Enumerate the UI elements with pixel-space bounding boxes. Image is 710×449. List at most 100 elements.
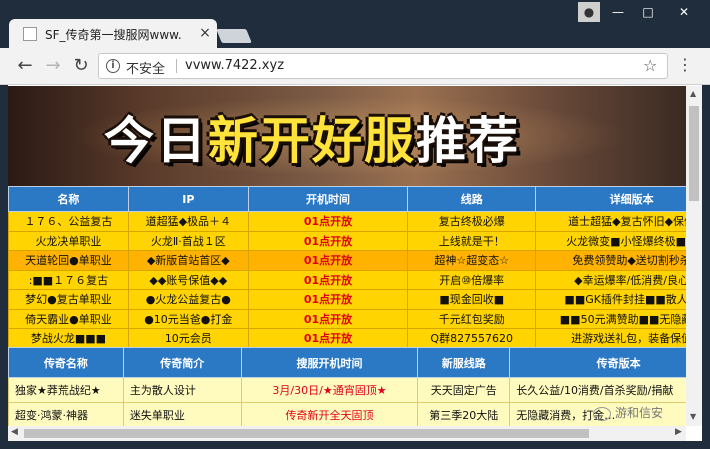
table2-header-line: 新服线路: [417, 347, 511, 378]
server-line[interactable]: 上线就是干！: [407, 230, 537, 251]
reload-icon[interactable]: ↻: [70, 55, 92, 77]
bookmark-star-icon[interactable]: ☆: [643, 56, 657, 75]
game-version[interactable]: 长久公益/10消费/首杀奖励/捐献: [509, 377, 686, 403]
vertical-scrollbar[interactable]: ▲ ▼: [686, 86, 702, 426]
table1-header-row: 名称 IP 开机时间 线路 详细版本: [8, 186, 686, 212]
promo-banner[interactable]: 今日新开好服推荐: [8, 86, 686, 186]
address-bar[interactable]: i 不安全 vvww.7422.xyz ☆: [98, 53, 668, 79]
server-name[interactable]: １７６、公益复古: [8, 211, 129, 232]
window-frame-right: [702, 85, 710, 441]
url-text[interactable]: vvww.7422.xyz: [185, 58, 284, 73]
table-row[interactable]: 独家★莽荒战纪★ 主为散人设计 3月/30日/★通宵固顶★ 天天固定广告 长久公…: [8, 377, 686, 403]
server-version[interactable]: 免费领赞助◆送切割秒杀: [535, 250, 686, 271]
table-row[interactable]: 火龙决单职业 火龙Ⅱ·首战１区 01点开放 上线就是干！ 火龙微变■小怪爆终极■…: [8, 230, 686, 251]
server-line[interactable]: 超神☆超变态☆: [407, 250, 537, 271]
server-name[interactable]: 倚天霸业●单职业: [8, 308, 129, 329]
open-time[interactable]: 01点开放: [247, 211, 409, 232]
watermark-text: 游和信安: [615, 406, 664, 420]
horizontal-scrollbar[interactable]: ◀ ▶: [8, 426, 686, 441]
banner-part2: 新开好服: [208, 112, 416, 170]
table2-header-time: 搜服开机时间: [240, 347, 419, 378]
server-version[interactable]: 进游戏送礼包，装备保值: [535, 328, 686, 349]
game-name[interactable]: 超变·鸿蒙·神器: [8, 402, 124, 426]
table-row[interactable]: 梦幻●复古单职业 ●火龙公益复古● 01点开放 ■现金回收■ ■■GK插件封挂■…: [8, 289, 686, 310]
new-tab-button[interactable]: [216, 29, 252, 43]
table-row[interactable]: 天道轮回●单职业 ◆新版首站首区◆ 01点开放 超神☆超变态☆ 免费领赞助◆送切…: [8, 250, 686, 271]
table1-header-time: 开机时间: [247, 186, 409, 212]
server-line[interactable]: ■现金回收■: [407, 289, 537, 310]
server-line[interactable]: 天天固定广告: [417, 377, 511, 403]
server-version[interactable]: ◆幸运爆率/低消费/良心: [535, 269, 686, 290]
server-version[interactable]: 火龙微变■小怪爆终极■元: [535, 230, 686, 251]
server-version[interactable]: ■■GK插件封挂■■散人好: [535, 289, 686, 310]
info-icon[interactable]: i: [106, 59, 120, 73]
server-ip[interactable]: ◆新版首站首区◆: [127, 250, 249, 271]
server-ip[interactable]: ●火龙公益复古●: [127, 289, 249, 310]
server-name[interactable]: 天道轮回●单职业: [8, 250, 129, 271]
table-row[interactable]: :■■１７６复古 ◆◆账号保值◆◆ 01点开放 开启⑩倍爆率 ◆幸运爆率/低消费…: [8, 269, 686, 290]
server-ip[interactable]: 道超猛◆极品＋４: [127, 211, 249, 232]
game-name[interactable]: 独家★莽荒战纪★: [8, 377, 124, 403]
game-intro[interactable]: 迷失单职业: [122, 402, 242, 426]
table1-header-ip: IP: [127, 186, 249, 212]
server-version[interactable]: ■■50元满赞助■■无隐藏地: [535, 308, 686, 329]
browser-titlebar: SF_传奇第一搜服网www. × ● — □ ✕: [0, 0, 710, 48]
table-row[interactable]: 超变·鸿蒙·神器 迷失单职业 传奇新开全天固顶 第三季20大陆 无隐藏消费，打金…: [8, 402, 686, 426]
banner-headline: 今日新开好服推荐: [104, 101, 520, 173]
page-favicon-icon: [23, 27, 37, 41]
table1-header-version: 详细版本: [535, 186, 686, 212]
open-time[interactable]: 01点开放: [247, 250, 409, 271]
page-viewport: 今日新开好服推荐 名称 IP 开机时间 线路 详细版本 １７６、公益复古 道超猛…: [8, 86, 686, 426]
scroll-down-icon[interactable]: ▼: [690, 412, 696, 421]
game-intro[interactable]: 主为散人设计: [122, 377, 242, 403]
table2-header-version: 传奇版本: [509, 347, 686, 378]
server-ip[interactable]: 10元会员: [127, 328, 249, 349]
tab-close-icon[interactable]: ×: [198, 24, 212, 42]
horizontal-scroll-thumb[interactable]: [24, 429, 589, 438]
open-time[interactable]: 01点开放: [247, 308, 409, 329]
open-time[interactable]: 3月/30日/★通宵固顶★: [240, 377, 419, 403]
server-version[interactable]: 道士超猛◆复古怀旧◆保值: [535, 211, 686, 232]
maximize-button[interactable]: □: [634, 2, 662, 22]
table1-header-line: 线路: [407, 186, 537, 212]
open-time[interactable]: 01点开放: [247, 230, 409, 251]
url-separator: [176, 59, 177, 73]
open-time[interactable]: 01点开放: [247, 289, 409, 310]
server-name[interactable]: 梦幻●复古单职业: [8, 289, 129, 310]
banner-part3: 推荐: [416, 112, 520, 170]
open-time[interactable]: 01点开放: [247, 328, 409, 349]
server-line[interactable]: Q群827557620: [407, 328, 537, 349]
server-ip[interactable]: ◆◆账号保值◆◆: [127, 269, 249, 290]
back-arrow-icon[interactable]: ←: [14, 55, 36, 77]
scroll-right-icon[interactable]: ▶: [675, 427, 682, 437]
vertical-scroll-thumb[interactable]: [689, 106, 699, 201]
scroll-left-icon[interactable]: ◀: [11, 427, 18, 437]
server-line[interactable]: 第三季20大陆: [417, 402, 511, 426]
tab-title: SF_传奇第一搜服网www.: [45, 28, 182, 42]
profile-icon[interactable]: ●: [578, 2, 600, 22]
close-window-button[interactable]: ✕: [664, 2, 704, 22]
table-row[interactable]: １７６、公益复古 道超猛◆极品＋４ 01点开放 复古终极必爆 道士超猛◆复古怀旧…: [8, 211, 686, 232]
browser-menu-icon[interactable]: ⋮: [677, 54, 693, 76]
banner-part1: 今日: [104, 112, 208, 170]
server-line[interactable]: 千元红包奖励: [407, 308, 537, 329]
server-table-1: 名称 IP 开机时间 线路 详细版本 １７６、公益复古 道超猛◆极品＋４ 01点…: [8, 186, 686, 349]
window-frame-bottom: [0, 441, 710, 449]
table-row[interactable]: 梦战火龙■■■ 10元会员 01点开放 Q群827557620 进游戏送礼包，装…: [8, 328, 686, 349]
scroll-up-icon[interactable]: ▲: [690, 89, 696, 98]
open-time[interactable]: 传奇新开全天固顶: [240, 402, 419, 426]
server-name[interactable]: :■■１７６复古: [8, 269, 129, 290]
open-time[interactable]: 01点开放: [247, 269, 409, 290]
server-ip[interactable]: ●10元当爸●打金: [127, 308, 249, 329]
browser-tab[interactable]: SF_传奇第一搜服网www. ×: [9, 19, 217, 48]
table-row[interactable]: 倚天霸业●单职业 ●10元当爸●打金 01点开放 千元红包奖励 ■■50元满赞助…: [8, 308, 686, 329]
server-name[interactable]: 梦战火龙■■■: [8, 328, 129, 349]
minimize-button[interactable]: —: [604, 2, 632, 22]
forward-arrow-icon[interactable]: →: [42, 55, 64, 77]
server-line[interactable]: 复古终极必爆: [407, 211, 537, 232]
server-ip[interactable]: 火龙Ⅱ·首战１区: [127, 230, 249, 251]
table2-header-row: 传奇名称 传奇简介 搜服开机时间 新服线路 传奇版本: [8, 347, 686, 378]
server-line[interactable]: 开启⑩倍爆率: [407, 269, 537, 290]
insecure-label[interactable]: 不安全: [126, 58, 165, 77]
server-name[interactable]: 火龙决单职业: [8, 230, 129, 251]
